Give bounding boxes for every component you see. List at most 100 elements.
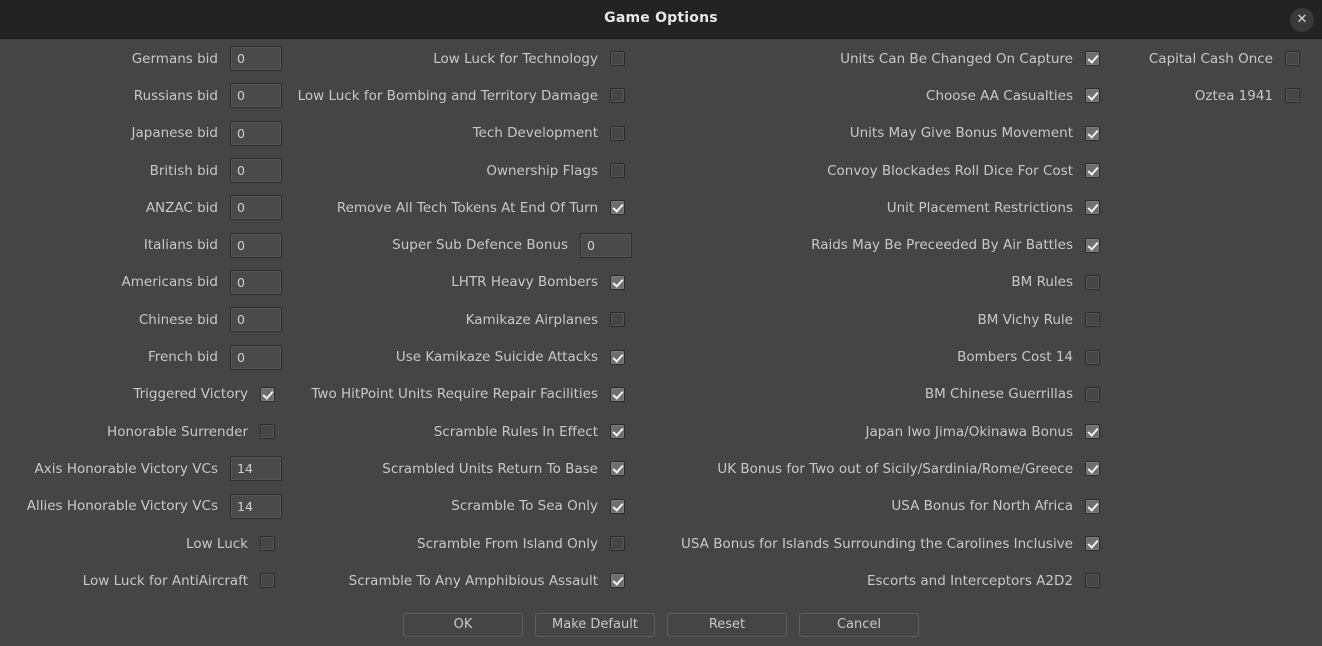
checkbox-bm-rules[interactable] (1085, 274, 1100, 290)
input-russians-bid[interactable]: 0 (230, 83, 282, 109)
checkbox-units-may-give-bonus-movement[interactable] (1085, 125, 1100, 141)
textfield-slot: 0 (230, 195, 290, 221)
checkbox-two-hitpoint-units-require-repair-facilities[interactable] (610, 386, 625, 402)
checkbox-choose-aa-casualties[interactable] (1085, 88, 1100, 104)
textfield-slot: 0 (230, 120, 290, 146)
option-label-usa-bonus-for-north-africa: USA Bonus for North Africa (891, 498, 1073, 515)
option-row: Axis Honorable Victory VCs 14 (0, 450, 290, 487)
checkbox-slot (260, 573, 290, 589)
option-row: UK Bonus for Two out of Sicily/Sardinia/… (640, 450, 1115, 487)
checkbox-unit-placement-restrictions[interactable] (1085, 200, 1100, 216)
option-row: Japan Iwo Jima/Okinawa Bonus (640, 413, 1115, 450)
reset-button[interactable]: Reset (667, 613, 787, 637)
checkbox-tech-development[interactable] (610, 125, 625, 141)
checkbox-honorable-surrender[interactable] (260, 424, 275, 440)
checkbox-slot (1085, 573, 1115, 589)
input-anzac-bid[interactable]: 0 (230, 195, 282, 221)
input-japanese-bid[interactable]: 0 (230, 120, 282, 146)
options-column-left: Germans bid 0 Russians bid 0 Japanese bid 0 Br… (0, 40, 290, 599)
checkbox-bm-vichy-rule[interactable] (1085, 312, 1100, 328)
checkbox-usa-bonus-for-islands-surrounding-the-carolines-inclusive[interactable] (1085, 536, 1100, 551)
checkbox-triggered-victory[interactable] (260, 386, 275, 402)
checkbox-slot (1085, 200, 1115, 216)
option-label-super-sub-defence-bonus: Super Sub Defence Bonus (392, 237, 568, 254)
option-row: Scramble From Island Only (290, 525, 640, 562)
option-row: Choose AA Casualties (640, 77, 1115, 114)
checkbox-remove-all-tech-tokens-at-end-of-turn[interactable] (610, 200, 625, 216)
checkbox-slot (610, 349, 640, 365)
checkbox-scramble-from-island-only[interactable] (610, 536, 625, 551)
checkbox-scrambled-units-return-to-base[interactable] (610, 461, 625, 477)
textfield-slot: 0 (230, 269, 290, 295)
checkbox-ownership-flags[interactable] (610, 163, 625, 179)
checkbox-bm-chinese-guerrillas[interactable] (1085, 386, 1100, 402)
input-germans-bid[interactable]: 0 (230, 46, 282, 72)
input-americans-bid[interactable]: 0 (230, 269, 282, 295)
textfield-slot: 14 (230, 493, 290, 519)
checkbox-slot (1085, 125, 1115, 141)
options-content: Germans bid 0 Russians bid 0 Japanese bid 0 Br… (0, 40, 1322, 600)
option-label-low-luck-for-bombing-and-territory-damage: Low Luck for Bombing and Territory Damag… (297, 87, 598, 104)
option-label-scramble-rules-in-effect: Scramble Rules In Effect (433, 423, 598, 440)
input-italians-bid[interactable]: 0 (230, 232, 282, 258)
textfield-slot: 0 (580, 232, 640, 258)
option-label-unit-placement-restrictions: Unit Placement Restrictions (886, 199, 1073, 216)
option-label-units-may-give-bonus-movement: Units May Give Bonus Movement (849, 125, 1073, 142)
close-icon[interactable]: ✕ (1290, 8, 1314, 32)
checkbox-slot (1085, 88, 1115, 104)
input-french-bid[interactable]: 0 (230, 344, 282, 370)
ok-button[interactable]: OK (403, 613, 523, 637)
checkbox-slot (260, 424, 290, 440)
option-row: British bid 0 (0, 152, 290, 189)
textfield-slot: 0 (230, 83, 290, 109)
checkbox-low-luck-for-antiaircraft[interactable] (260, 573, 275, 589)
option-row: Low Luck for Technology (290, 40, 640, 77)
option-row: USA Bonus for North Africa (640, 488, 1115, 525)
input-allies-honorable-victory-vcs[interactable]: 14 (230, 493, 282, 519)
option-row: Bombers Cost 14 (640, 338, 1115, 375)
checkbox-oztea-1941[interactable] (1285, 88, 1300, 104)
checkbox-low-luck-for-technology[interactable] (610, 51, 625, 67)
checkbox-units-can-be-changed-on-capture[interactable] (1085, 51, 1100, 67)
checkbox-scramble-rules-in-effect[interactable] (610, 424, 625, 440)
option-label-oztea-1941: Oztea 1941 (1194, 87, 1273, 104)
window-title: Game Options (604, 10, 718, 26)
option-row: Units Can Be Changed On Capture (640, 40, 1115, 77)
checkbox-use-kamikaze-suicide-attacks[interactable] (610, 349, 625, 365)
checkbox-low-luck-for-bombing-and-territory-damage[interactable] (610, 88, 625, 104)
checkbox-convoy-blockades-roll-dice-for-cost[interactable] (1085, 163, 1100, 179)
checkbox-usa-bonus-for-north-africa[interactable] (1085, 498, 1100, 514)
option-row: Chinese bid 0 (0, 301, 290, 338)
checkbox-lhtr-heavy-bombers[interactable] (610, 274, 625, 290)
make-default-button[interactable]: Make Default (535, 613, 655, 637)
option-row: Kamikaze Airplanes (290, 301, 640, 338)
option-label-triggered-victory: Triggered Victory (133, 386, 248, 403)
option-label-convoy-blockades-roll-dice-for-cost: Convoy Blockades Roll Dice For Cost (827, 162, 1073, 179)
option-row: ANZAC bid 0 (0, 189, 290, 226)
checkbox-slot (1085, 274, 1115, 290)
checkbox-japan-iwo-jima-okinawa-bonus[interactable] (1085, 424, 1100, 440)
option-label-uk-bonus-for-two-out-of-sicily-sardinia-rome-greece: UK Bonus for Two out of Sicily/Sardinia/… (717, 460, 1073, 477)
checkbox-capital-cash-once[interactable] (1285, 51, 1300, 67)
checkbox-raids-may-be-preceeded-by-air-battles[interactable] (1085, 237, 1100, 253)
checkbox-slot (610, 573, 640, 589)
checkbox-escorts-and-interceptors-a2d2[interactable] (1085, 573, 1100, 589)
checkbox-kamikaze-airplanes[interactable] (610, 312, 625, 328)
input-chinese-bid[interactable]: 0 (230, 307, 282, 333)
option-row: Capital Cash Once (1115, 40, 1315, 77)
checkbox-slot (1285, 51, 1315, 67)
cancel-button[interactable]: Cancel (799, 613, 919, 637)
option-label-americans-bid: Americans bid (121, 274, 218, 291)
checkbox-uk-bonus-for-two-out-of-sicily-sardinia-rome-greece[interactable] (1085, 461, 1100, 477)
checkbox-slot (610, 312, 640, 328)
checkbox-scramble-to-any-amphibious-assault[interactable] (610, 573, 625, 589)
input-axis-honorable-victory-vcs[interactable]: 14 (230, 456, 282, 482)
checkbox-low-luck[interactable] (260, 536, 275, 551)
dialog-button-bar: OK Make Default Reset Cancel (0, 604, 1322, 646)
titlebar: Game Options ✕ (0, 0, 1322, 39)
checkbox-scramble-to-sea-only[interactable] (610, 498, 625, 514)
checkbox-slot (610, 125, 640, 141)
checkbox-bombers-cost-14[interactable] (1085, 349, 1100, 365)
input-british-bid[interactable]: 0 (230, 158, 282, 184)
input-super-sub-defence-bonus[interactable]: 0 (580, 232, 632, 258)
